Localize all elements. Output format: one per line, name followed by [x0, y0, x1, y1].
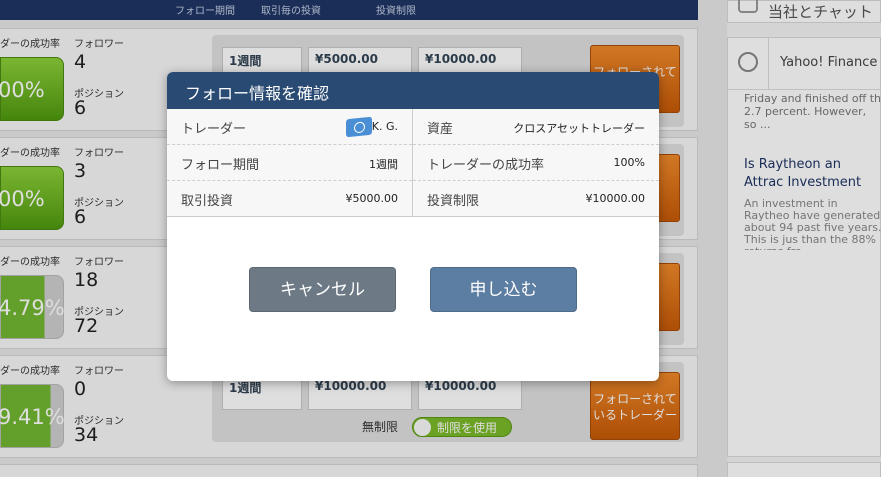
info-key: トレーダーの成功率 — [427, 158, 545, 173]
info-key: フォロー期間 — [181, 158, 260, 173]
info-value: ¥10000.00 — [585, 192, 646, 205]
table-divider — [412, 109, 413, 217]
info-key: トレーダー — [181, 122, 247, 137]
follow-info-table: トレーダー K. G. フォロー期間 1週間 取引投資 ¥5000.00 資産 … — [167, 109, 659, 217]
dialog-title: フォロー情報を確認 — [167, 72, 659, 109]
apply-button[interactable]: 申し込む — [430, 267, 577, 312]
flag-icon — [346, 116, 372, 138]
info-row-investment: 取引投資 ¥5000.00 — [167, 181, 412, 217]
info-value: 1週間 — [369, 158, 398, 171]
info-row-asset: 資産 クロスアセットトレーダー — [413, 109, 659, 145]
info-key: 取引投資 — [181, 194, 234, 209]
info-row-limit: 投資制限 ¥10000.00 — [413, 181, 659, 217]
info-value: ¥5000.00 — [345, 192, 399, 205]
cancel-button[interactable]: キャンセル — [249, 267, 396, 312]
info-row-success-rate: トレーダーの成功率 100% — [413, 145, 659, 181]
info-row-period: フォロー期間 1週間 — [167, 145, 412, 181]
info-value: K. G. — [371, 120, 398, 133]
info-value: クロスアセットトレーダー — [513, 122, 645, 135]
confirm-follow-dialog: フォロー情報を確認 トレーダー K. G. フォロー期間 1週間 取引投資 ¥5… — [167, 72, 659, 381]
info-row-trader: トレーダー K. G. — [167, 109, 412, 145]
info-key: 資産 — [427, 122, 454, 137]
info-value: 100% — [613, 156, 645, 169]
info-key: 投資制限 — [427, 194, 480, 209]
